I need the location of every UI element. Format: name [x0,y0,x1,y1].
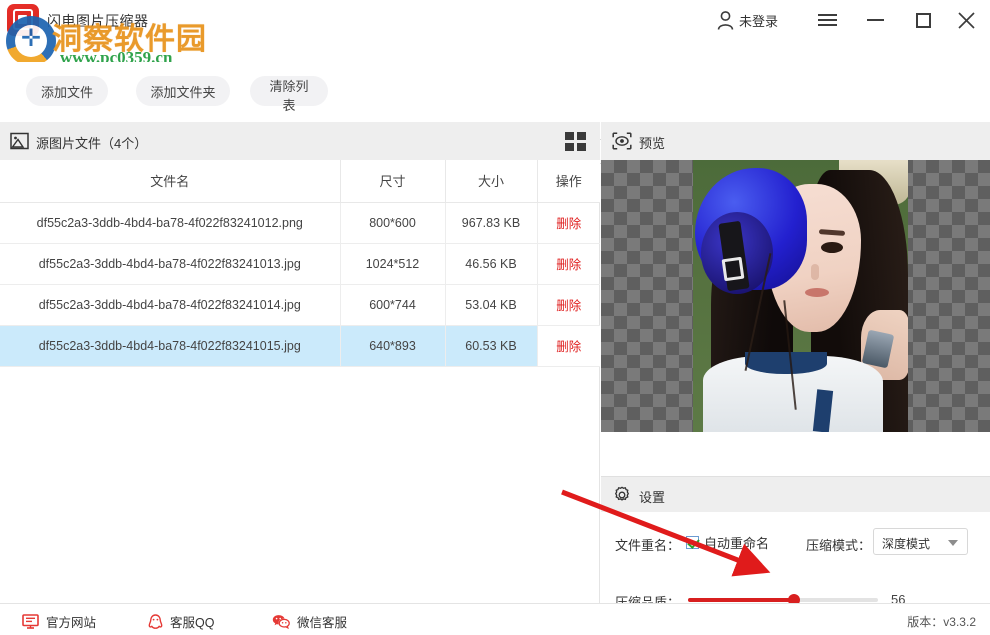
auto-rename-checkbox[interactable]: 自动重命名 [686,533,769,552]
login-label: 未登录 [739,11,778,30]
preview-photo [693,160,908,432]
hamburger-menu-icon [818,11,837,29]
source-files-panel: 源图片文件（4个） 文件名 尺寸 大小 操作 df55c2a3-3ddb-4bd… [0,122,600,603]
main-toolbar: 添加文件 添加文件夹 清除列表 输出目录： 原文件夹 自定义 开始压缩 [0,62,990,122]
table-header-row: 文件名 尺寸 大小 操作 [0,160,600,202]
close-icon [958,12,975,29]
menu-button[interactable] [808,0,846,40]
cell-filename: df55c2a3-3ddb-4bd4-ba78-4f022f83241015.j… [0,325,340,366]
grid-view-icon[interactable] [565,132,587,151]
delete-row-button[interactable]: 删除 [556,299,581,313]
cell-operation: 删除 [537,202,600,243]
add-file-button[interactable]: 添加文件 [26,76,108,106]
qq-penguin-icon [148,614,163,630]
image-icon [10,132,29,150]
cell-filesize: 46.56 KB [445,243,537,284]
table-row[interactable]: df55c2a3-3ddb-4bd4-ba78-4f022f83241014.j… [0,284,600,325]
cell-dimension: 800*600 [340,202,445,243]
monitor-icon [22,614,39,629]
clear-list-button[interactable]: 清除列表 [250,76,328,106]
compress-mode-value: 深度模式 [882,535,930,552]
maximize-button[interactable] [904,0,942,40]
delete-row-button[interactable]: 删除 [556,340,581,354]
qq-support-label: 客服QQ [170,612,214,631]
official-website-label: 官方网站 [46,612,96,631]
cell-dimension: 600*744 [340,284,445,325]
cell-filename: df55c2a3-3ddb-4bd4-ba78-4f022f83241013.j… [0,243,340,284]
minimize-button[interactable] [856,0,894,40]
source-files-title: 源图片文件（4个） [36,133,147,152]
preview-title: 预览 [639,133,665,152]
preview-header: 预览 [601,122,990,160]
official-website-link[interactable]: 官方网站 [22,612,96,631]
cell-filesize: 53.04 KB [445,284,537,325]
cell-filesize: 967.83 KB [445,202,537,243]
login-button[interactable]: 未登录 [695,0,800,40]
title-bar: 闪电图片压缩器 未登录 [0,0,990,40]
gear-icon [613,486,631,504]
cell-operation: 删除 [537,325,600,366]
rename-label: 文件重名： [615,535,680,554]
wechat-icon [272,614,290,629]
add-folder-button[interactable]: 添加文件夹 [136,76,230,106]
app-title: 闪电图片压缩器 [47,11,149,31]
settings-title: 设置 [639,487,665,506]
maximize-icon [916,13,931,28]
auto-rename-label: 自动重命名 [704,533,769,552]
quality-slider[interactable] [688,598,878,602]
column-header-operation: 操作 [537,160,600,202]
cell-dimension: 1024*512 [340,243,445,284]
eye-preview-icon [612,132,632,150]
chevron-down-icon [948,540,958,546]
version-label: 版本：v3.3.2 [907,613,976,630]
cell-operation: 删除 [537,284,600,325]
wechat-support-label: 微信客服 [297,612,347,631]
qq-support-link[interactable]: 客服QQ [148,612,214,631]
compress-mode-select[interactable]: 深度模式 [873,528,968,555]
close-button[interactable] [946,0,986,40]
minimize-icon [867,19,884,21]
person-icon [717,11,734,30]
table-row[interactable]: df55c2a3-3ddb-4bd4-ba78-4f022f83241013.j… [0,243,600,284]
wechat-support-link[interactable]: 微信客服 [272,612,347,631]
preview-image-area [601,160,990,432]
table-row-selected[interactable]: df55c2a3-3ddb-4bd4-ba78-4f022f83241015.j… [0,325,600,366]
app-window: 闪电图片压缩器 未登录 [0,0,990,635]
table-row[interactable]: df55c2a3-3ddb-4bd4-ba78-4f022f83241012.p… [0,202,600,243]
cell-operation: 删除 [537,243,600,284]
app-logo-icon [7,4,39,36]
cell-filename: df55c2a3-3ddb-4bd4-ba78-4f022f83241014.j… [0,284,340,325]
column-header-filename: 文件名 [0,160,340,202]
preview-settings-panel: 预览 [601,122,990,603]
settings-header: 设置 [601,476,990,512]
quality-slider-fill [688,598,794,602]
cell-filename: df55c2a3-3ddb-4bd4-ba78-4f022f83241012.p… [0,202,340,243]
source-files-header: 源图片文件（4个） [0,122,600,160]
delete-row-button[interactable]: 删除 [556,217,581,231]
delete-row-button[interactable]: 删除 [556,258,581,272]
cell-dimension: 640*893 [340,325,445,366]
file-table: 文件名 尺寸 大小 操作 df55c2a3-3ddb-4bd4-ba78-4f0… [0,160,600,367]
column-header-dimension: 尺寸 [340,160,445,202]
compress-mode-label: 压缩模式： [806,535,871,554]
column-header-filesize: 大小 [445,160,537,202]
cell-filesize: 60.53 KB [445,325,537,366]
auto-rename-checkbox-indicator [686,536,699,549]
status-bar: 官方网站 客服QQ 微信客服 版本：v3.3.2 [0,603,990,635]
